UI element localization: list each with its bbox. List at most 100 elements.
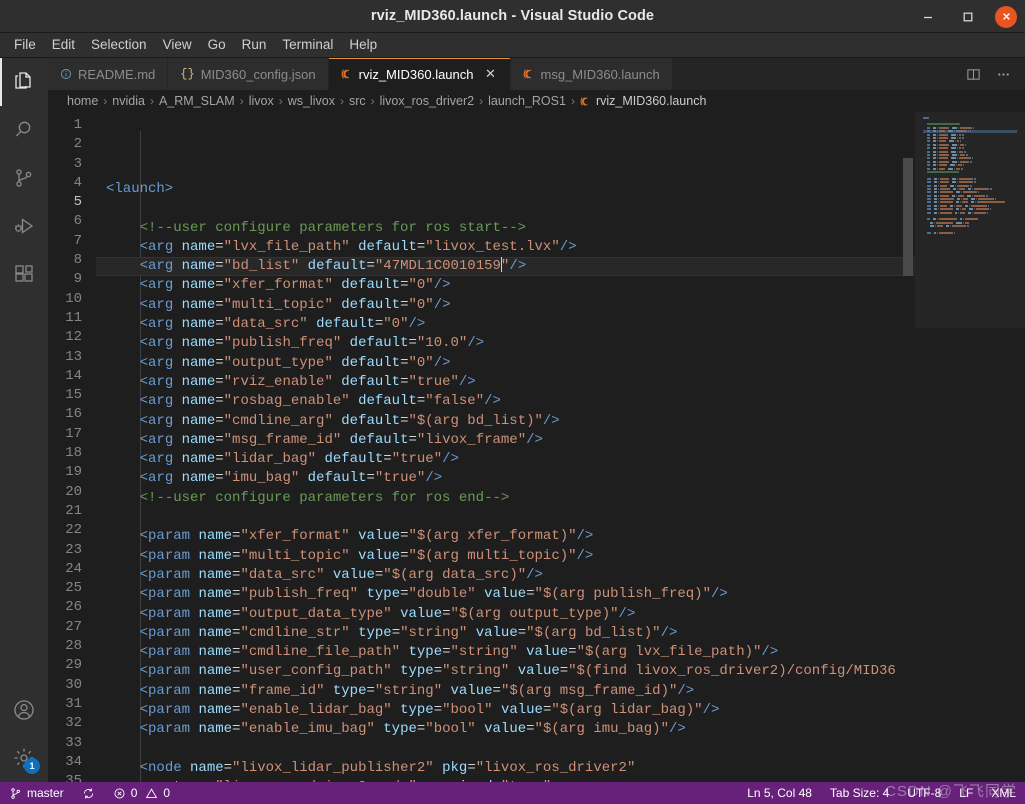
menu-item-view[interactable]: View (155, 34, 200, 56)
minimap-token (935, 221, 953, 224)
menu-item-run[interactable]: Run (234, 34, 275, 56)
breadcrumb-item-launch_ros1[interactable]: launch_ROS1 (488, 94, 566, 108)
code-line[interactable]: <param name="enable_imu_bag" type="bool"… (96, 720, 915, 739)
code-line[interactable]: <arg name="lidar_bag" default="true"/> (96, 450, 915, 469)
status-cursor-position[interactable]: Ln 5, Col 48 (738, 782, 821, 804)
token-attr: type (408, 644, 443, 661)
code-line[interactable]: <param name="publish_freq" type="double"… (96, 585, 915, 604)
status-tab-size[interactable]: Tab Size: 4 (821, 782, 898, 804)
code-line[interactable]: <param name="multi_topic" value="$(arg m… (96, 547, 915, 566)
status-problems[interactable]: 0 0 (104, 782, 179, 804)
breadcrumb-item-livox[interactable]: livox (249, 94, 274, 108)
minimap-line (923, 231, 1017, 234)
minimap-token (936, 140, 938, 143)
status-sync[interactable] (73, 782, 104, 804)
minimap-token (958, 218, 959, 220)
token-tag: <launch> (106, 181, 174, 197)
close-button[interactable] (995, 5, 1017, 28)
code-line[interactable]: <arg name="cmdline_arg" default="$(arg b… (96, 412, 915, 431)
breadcrumb-file[interactable]: rviz_MID360.launch (580, 94, 706, 108)
code-line[interactable]: <param name="frame_id" type="string" val… (96, 682, 915, 701)
code-content[interactable]: <launch> <!--user configure parameters f… (96, 112, 915, 782)
status-branch[interactable]: master (0, 782, 73, 804)
minimap-token (938, 137, 948, 140)
token-attr: value (450, 682, 493, 699)
code-line[interactable]: <!--user configure parameters for ros en… (96, 489, 915, 508)
code-line[interactable]: <param name="cmdline_file_path" type="st… (96, 643, 915, 662)
code-line[interactable]: <param name="data_src" value="$(arg data… (96, 566, 915, 585)
line-number: 21 (65, 502, 82, 519)
breadcrumb-item-livox_ros_driver2[interactable]: livox_ros_driver2 (380, 94, 474, 108)
more-actions-icon[interactable] (993, 64, 1013, 84)
minimap[interactable] (915, 112, 1025, 782)
menu-item-help[interactable]: Help (341, 34, 385, 56)
code-line[interactable]: <param name="cmdline_str" type="string" … (96, 624, 915, 643)
code-line[interactable]: <param name="output_data_type" value="$(… (96, 605, 915, 624)
minimap-token (926, 143, 930, 146)
menu-item-edit[interactable]: Edit (44, 34, 83, 56)
tab-rviz-mid360-launch[interactable]: rviz_MID360.launch ✕ (328, 58, 511, 90)
code-line[interactable]: <param name="user_config_path" type="str… (96, 662, 915, 681)
code-line[interactable] (96, 740, 915, 759)
code-line[interactable]: <node name="livox_lidar_publisher2" pkg=… (96, 759, 915, 778)
minimap-token (938, 191, 940, 194)
menu-item-file[interactable]: File (6, 34, 44, 56)
menu-item-go[interactable]: Go (200, 34, 234, 56)
code-line[interactable]: <!--user configure parameters for ros st… (96, 219, 915, 238)
code-line[interactable]: <arg name="multi_topic" default="0"/> (96, 296, 915, 315)
breadcrumb-file-label: rviz_MID360.launch (595, 94, 707, 108)
code-line[interactable]: <arg name="output_type" default="0"/> (96, 354, 915, 373)
code-line[interactable]: <param name="xfer_format" value="$(arg x… (96, 527, 915, 546)
code-line[interactable] (96, 199, 915, 218)
split-editor-icon[interactable] (963, 64, 983, 84)
token-str: "true" (374, 470, 426, 487)
code-line[interactable] (96, 508, 915, 527)
scrollbar-thumb[interactable] (903, 158, 913, 276)
code-line[interactable]: <arg name="data_src" default="0"/> (96, 315, 915, 334)
breadcrumb-item-nvidia[interactable]: nvidia (112, 94, 145, 108)
minimap-token (949, 157, 950, 159)
status-language-mode[interactable]: XML (982, 782, 1025, 804)
status-encoding[interactable]: UTF-8 (898, 782, 950, 804)
activity-extensions-icon[interactable] (0, 250, 48, 298)
code-line[interactable]: <launch> (96, 180, 915, 199)
minimize-button[interactable] (915, 4, 941, 30)
tab-msg-mid360-launch[interactable]: msg_MID360.launch (510, 58, 673, 90)
code-line[interactable]: <arg name="msg_frame_id" default="livox_… (96, 431, 915, 450)
status-eol[interactable]: LF (950, 782, 982, 804)
tab-readme-md[interactable]: README.md (48, 58, 169, 90)
breadcrumb-item-src[interactable]: src (349, 94, 366, 108)
token-tag: <param (139, 644, 191, 661)
breadcrumb-item-ws_livox[interactable]: ws_livox (288, 94, 335, 108)
activity-bar-top (0, 58, 48, 298)
code-line[interactable]: <arg name="bd_list" default="47MDL1C0010… (96, 257, 915, 277)
code-line[interactable]: <arg name="publish_freq" default="10.0"/… (96, 334, 915, 353)
activity-source-control-icon[interactable] (0, 154, 48, 202)
code-line[interactable]: <arg name="xfer_format" default="0"/> (96, 276, 915, 295)
token-tag: <arg (139, 238, 174, 255)
minimap-token (931, 151, 932, 153)
code-line[interactable]: <arg name="lvx_file_path" default="livox… (96, 238, 915, 257)
menu-item-terminal[interactable]: Terminal (274, 34, 341, 56)
activity-search-icon[interactable] (0, 106, 48, 154)
maximize-button[interactable] (955, 4, 981, 30)
breadcrumb-item-a_rm_slam[interactable]: A_RM_SLAM (159, 94, 235, 108)
minimap-token (936, 137, 938, 140)
accounts-icon[interactable] (0, 686, 48, 734)
code-viewport[interactable]: 1 2 3 4 5 6 7 8 9 10 11 12 13 14 15 16 17 18 19 20 21 22 23 24 2… (48, 112, 915, 782)
code-line[interactable]: <arg name="rosbag_enable" default="false… (96, 392, 915, 411)
editor-vertical-scrollbar[interactable] (901, 112, 915, 782)
manage-gear-icon[interactable]: 1 (0, 734, 48, 782)
activity-explorer-icon[interactable] (0, 58, 48, 106)
breadcrumb-item-home[interactable]: home (67, 94, 98, 108)
activity-run-debug-icon[interactable] (0, 202, 48, 250)
code-line[interactable]: <param name="enable_lidar_bag" type="boo… (96, 701, 915, 720)
code-line[interactable]: <arg name="rviz_enable" default="true"/> (96, 373, 915, 392)
menu-item-selection[interactable]: Selection (83, 34, 155, 56)
tab-close-icon[interactable]: ✕ (484, 66, 498, 82)
token-tag: /> (761, 644, 779, 661)
tab-mid360-config-json[interactable]: {} MID360_config.json (168, 58, 329, 90)
token-attr: name (181, 238, 216, 255)
token-attr: type (332, 682, 367, 699)
code-line[interactable]: <arg name="imu_bag" default="true"/> (96, 469, 915, 488)
